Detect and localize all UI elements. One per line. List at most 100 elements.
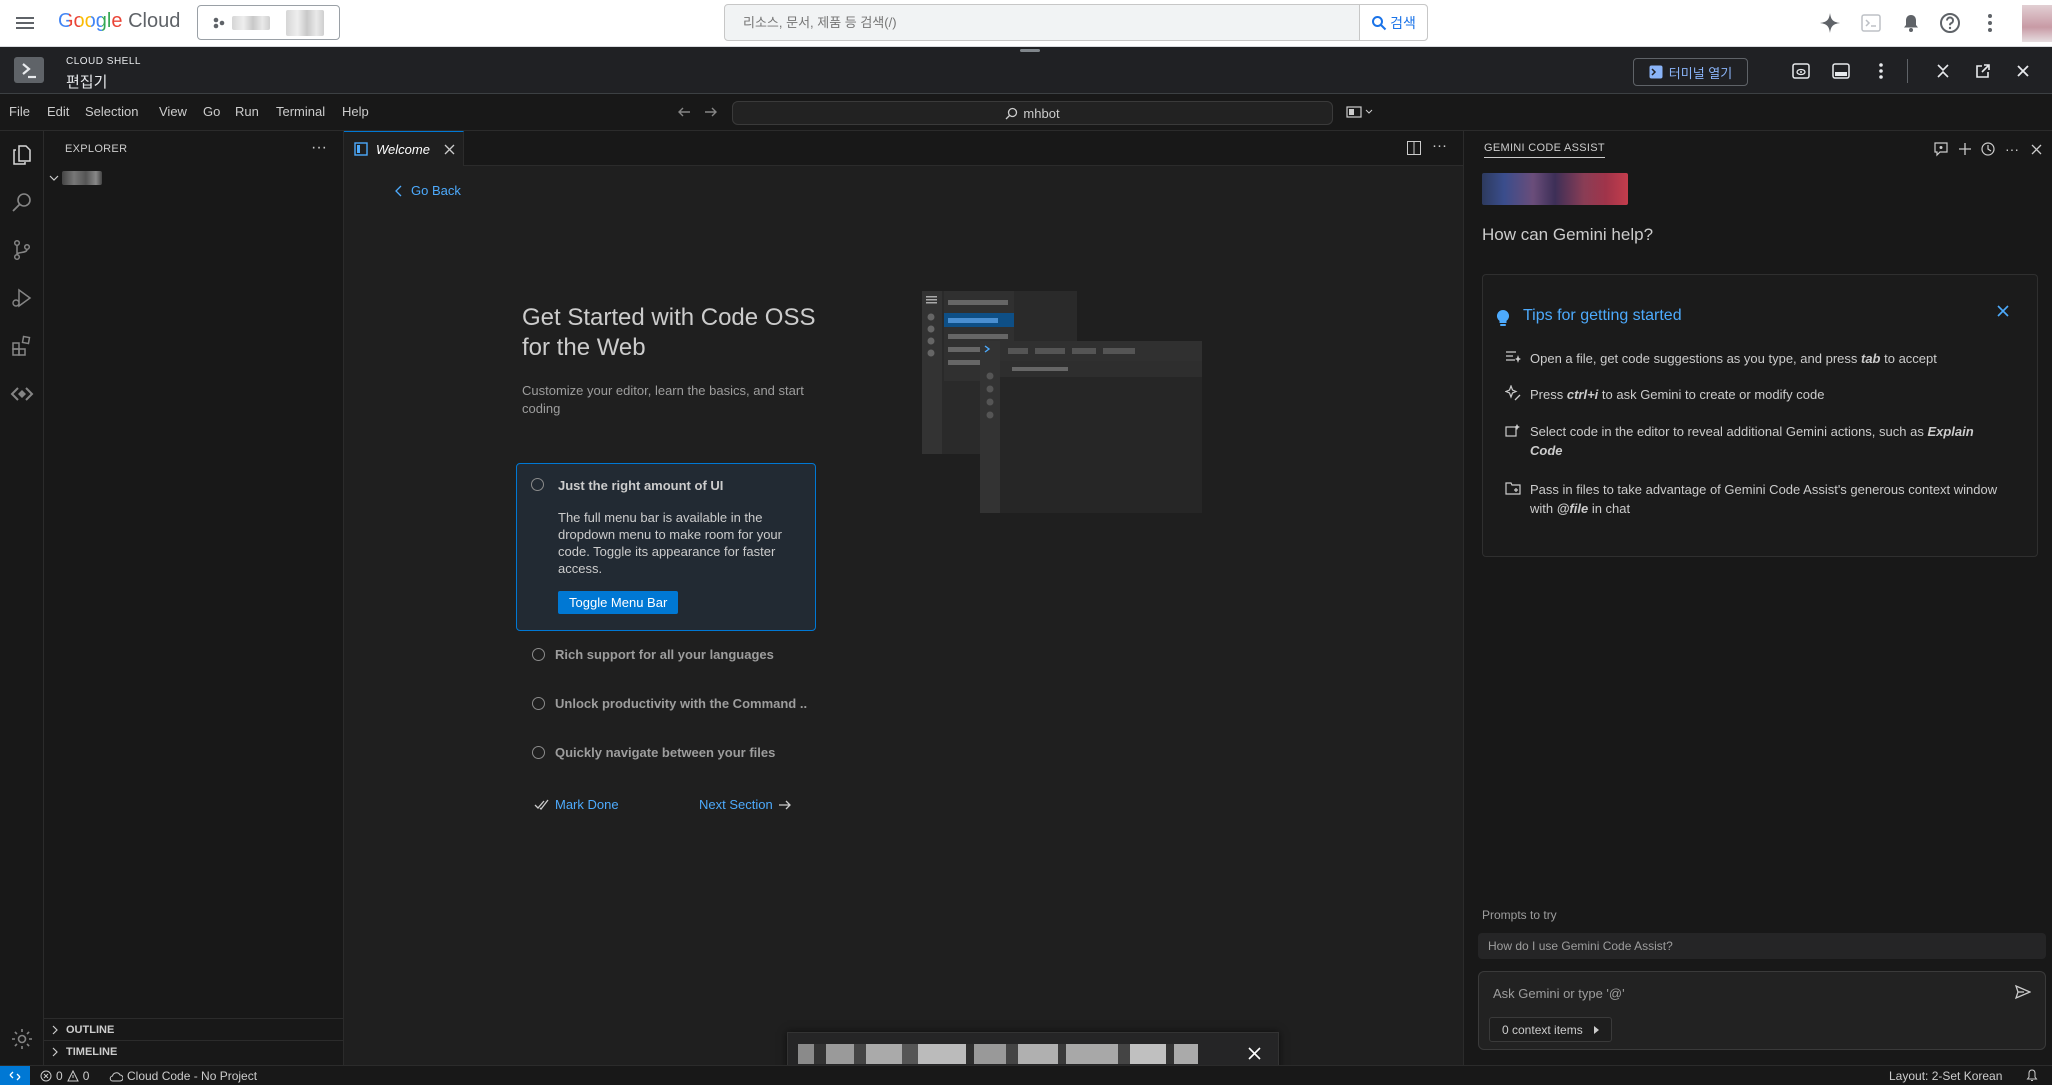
problems-indicator[interactable]: 0 0 (40, 1069, 89, 1083)
cloud-icon (109, 1071, 123, 1082)
search-button-label: 검색 (1390, 14, 1416, 31)
step-radio (532, 648, 545, 661)
project-icon (213, 17, 225, 29)
run-and-debug-icon[interactable] (7, 283, 37, 313)
error-count: 0 (56, 1069, 63, 1083)
project-picker[interactable] (197, 5, 340, 40)
split-editor-icon[interactable] (1407, 141, 1421, 155)
tips-card: Tips for getting started Open a file, ge… (1482, 274, 2038, 557)
search-icon[interactable] (7, 187, 37, 217)
outline-section[interactable]: OUTLINE (44, 1018, 344, 1040)
explorer-icon[interactable] (7, 140, 37, 170)
user-avatar-redacted (1482, 173, 1628, 205)
mark-done-link[interactable]: Mark Done (534, 797, 619, 812)
menu-terminal[interactable]: Terminal (276, 104, 325, 119)
caret-right-icon (1593, 1025, 1599, 1034)
next-section-link[interactable]: Next Section (699, 797, 792, 812)
tip-text: Press (1530, 387, 1567, 402)
back-arrow-icon[interactable] (676, 104, 692, 120)
more-vert-icon[interactable] (1978, 11, 2002, 35)
source-control-icon[interactable] (7, 235, 37, 265)
close-tips-icon[interactable] (1997, 305, 2009, 317)
cloud-code-icon[interactable] (7, 379, 37, 409)
close-notification-icon[interactable] (1248, 1047, 1261, 1060)
tip-keyword: @file (1556, 501, 1589, 516)
gemini-sparkle-icon[interactable] (1818, 11, 1842, 35)
workspace-folder[interactable] (49, 171, 102, 185)
more-actions-icon[interactable]: ··· (1432, 137, 1447, 154)
more-actions-icon[interactable]: ··· (2003, 140, 2021, 158)
walkthrough-title: Get Started with Code OSS for the Web (522, 304, 816, 361)
mark-done-label: Mark Done (555, 797, 619, 812)
gcloud-search-button[interactable]: 검색 (1359, 5, 1427, 40)
minimize-icon[interactable] (1932, 60, 1954, 82)
menu-help[interactable]: Help (342, 104, 369, 119)
feedback-icon[interactable] (1932, 140, 1950, 158)
menu-go[interactable]: Go (203, 104, 220, 119)
step-item[interactable]: Rich support for all your languages (532, 647, 774, 662)
extensions-icon[interactable] (7, 331, 37, 361)
tip-item: Pass in files to take advantage of Gemin… (1530, 480, 2000, 518)
notifications-bell-icon[interactable] (2026, 1069, 2038, 1082)
close-tab-icon[interactable] (444, 144, 455, 155)
tab-welcome[interactable]: Welcome (344, 131, 464, 166)
command-center[interactable]: mhbot (732, 101, 1333, 125)
gcloud-search-input[interactable] (725, 5, 1360, 40)
active-step-card[interactable]: Just the right amount of UI The full men… (516, 463, 816, 631)
more-actions-icon[interactable]: ··· (311, 139, 327, 157)
notifications-icon[interactable] (1899, 11, 1923, 35)
tip-text: Select code in the editor to reveal addi… (1530, 424, 1928, 439)
timeline-label: TIMELINE (66, 1045, 118, 1058)
chevron-down-icon (49, 173, 59, 183)
timeline-section[interactable]: TIMELINE (44, 1040, 344, 1062)
resize-handle[interactable] (1020, 49, 1040, 52)
go-back-label: Go Back (411, 183, 461, 198)
status-bar: 0 0 Cloud Code - No Project Layout: 2-Se… (0, 1065, 2052, 1085)
step-item[interactable]: Quickly navigate between your files (532, 745, 775, 760)
menu-run[interactable]: Run (235, 104, 259, 119)
cloud-shell-label: CLOUD SHELL (66, 56, 141, 67)
remote-indicator-icon[interactable] (0, 1066, 30, 1085)
forward-arrow-icon[interactable] (703, 104, 719, 120)
send-icon[interactable] (2015, 984, 2031, 1000)
prompt-suggestion[interactable]: How do I use Gemini Code Assist? (1478, 933, 2046, 959)
menu-edit[interactable]: Edit (47, 104, 69, 119)
toggle-menu-bar-button[interactable]: Toggle Menu Bar (558, 591, 679, 614)
step-radio[interactable] (531, 478, 544, 491)
avatar[interactable] (2022, 5, 2052, 42)
menu-view[interactable]: View (159, 104, 187, 119)
open-in-new-window-icon[interactable] (1972, 60, 1994, 82)
open-terminal-button[interactable]: 터미널 열기 (1633, 58, 1748, 86)
web-preview-icon[interactable] (1790, 60, 1812, 82)
step-title: Rich support for all your languages (555, 647, 774, 662)
help-icon[interactable] (1938, 11, 1962, 35)
close-icon[interactable] (2012, 60, 2034, 82)
explorer-title: EXPLORER (65, 143, 128, 155)
menu-selection[interactable]: Selection (85, 104, 138, 119)
cloud-shell-icon[interactable] (1859, 11, 1883, 35)
gemini-chat-input[interactable] (1493, 982, 1993, 1004)
explorer-sidebar: EXPLORER ··· OUTLINE TIMELINE (44, 131, 344, 1065)
go-back-link[interactable]: Go Back (395, 183, 461, 198)
history-icon[interactable] (1979, 140, 1997, 158)
menu-icon[interactable] (14, 12, 36, 34)
gemini-help-heading: How can Gemini help? (1482, 225, 1654, 244)
cloud-code-status[interactable]: Cloud Code - No Project (109, 1069, 257, 1083)
close-panel-icon[interactable] (2027, 140, 2045, 158)
new-chat-icon[interactable] (1956, 140, 1974, 158)
more-vert-icon[interactable] (1870, 60, 1892, 82)
context-items-label: 0 context items (1502, 1022, 1583, 1037)
keyboard-layout-status[interactable]: Layout: 2-Set Korean (1889, 1069, 2002, 1083)
cloud-shell-header: CLOUD SHELL 편집기 터미널 열기 (0, 47, 2052, 94)
google-cloud-logo[interactable]: Google Cloud (58, 10, 180, 33)
editor-label: 편집기 (66, 74, 108, 91)
step-title: Quickly navigate between your files (555, 745, 776, 760)
tip-text: to accept (1880, 351, 1937, 366)
step-item[interactable]: Unlock productivity with the Command .. (532, 696, 807, 711)
menu-file[interactable]: File (9, 104, 30, 119)
layout-icon[interactable] (1830, 60, 1852, 82)
context-items-button[interactable]: 0 context items (1489, 1017, 1612, 1042)
layout-customize-icon[interactable] (1346, 104, 1373, 120)
chevron-left-icon (395, 185, 403, 197)
settings-gear-icon[interactable] (7, 1024, 37, 1054)
